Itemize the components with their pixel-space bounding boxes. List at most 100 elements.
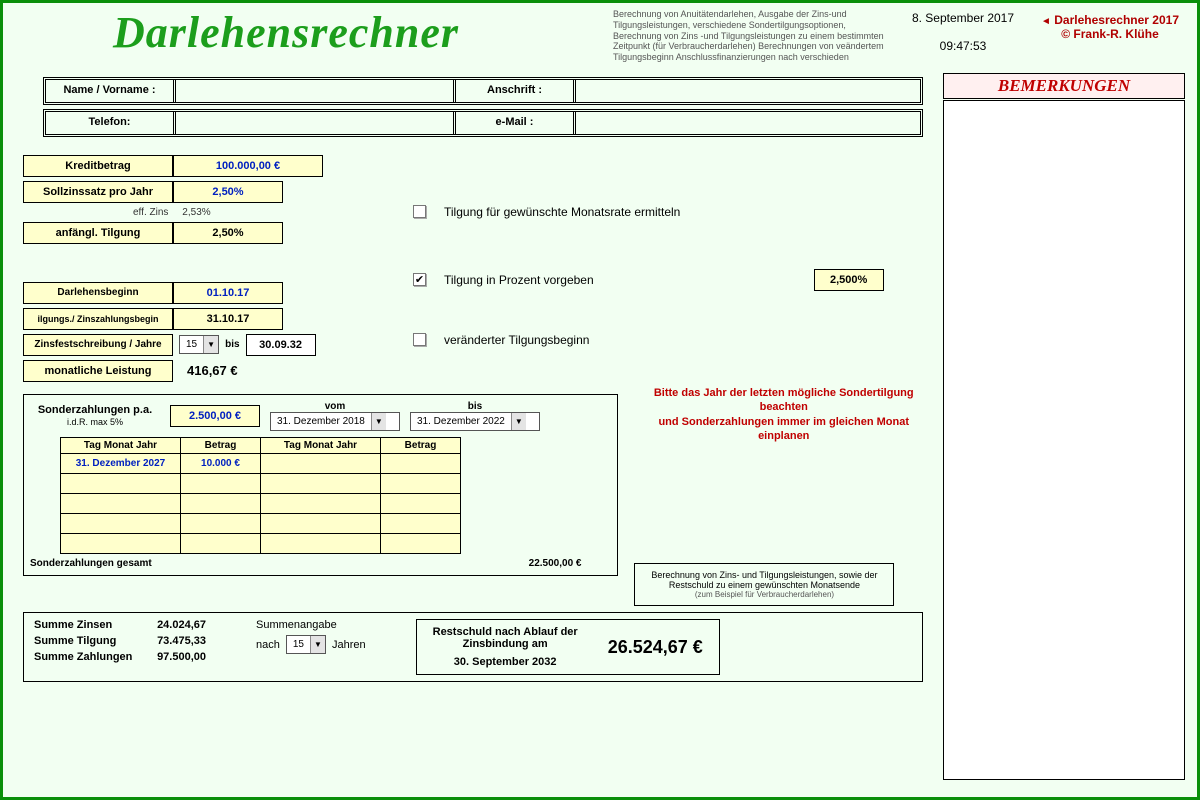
row-tilgungsbeginn: ilgungs./ Zinszahlungsbegin 31.10.17 bbox=[23, 308, 353, 330]
sonder-bis-value: 31. Dezember 2022 bbox=[411, 416, 511, 427]
sonder-cell[interactable] bbox=[381, 453, 461, 473]
table-row[interactable] bbox=[61, 513, 461, 533]
sonder-sublabel: i.d.R. max 5% bbox=[67, 417, 123, 427]
tilgungsbeginn-value[interactable]: 31.10.17 bbox=[173, 308, 283, 330]
sonder-table: Tag Monat Jahr Betrag Tag Monat Jahr Bet… bbox=[60, 437, 461, 554]
phone-field[interactable] bbox=[176, 112, 456, 134]
sonder-cell[interactable] bbox=[261, 453, 381, 473]
remarks-title: BEMERKUNGEN bbox=[943, 73, 1185, 99]
summe-zahlungen-value: 97.500,00 bbox=[157, 651, 206, 663]
brand-line-1: Darlehesrechner 2017 bbox=[1054, 13, 1179, 27]
calc-note-text: Berechnung von Zins- und Tilgungsleistun… bbox=[641, 570, 887, 590]
summe-zinsen-label: Summe Zinsen bbox=[34, 619, 154, 631]
eff-zins-row: eff. Zins 2,53% bbox=[133, 207, 353, 218]
checkbox-prozent[interactable]: ✔ bbox=[413, 273, 426, 286]
sonder-bis-dropdown[interactable]: 31. Dezember 2022 ▼ bbox=[410, 412, 540, 431]
checkbox-prozent-label: Tilgung in Prozent vorgeben bbox=[444, 273, 594, 287]
sonder-total-label: Sonderzahlungen gesamt bbox=[30, 558, 152, 569]
phone-label: Telefon: bbox=[46, 112, 176, 134]
jahren-label: Jahren bbox=[332, 639, 366, 651]
sonder-vom-label: vom bbox=[270, 401, 400, 412]
address-label: Anschrift : bbox=[456, 80, 576, 102]
brand-line-2: © Frank-R. Klühe bbox=[1061, 27, 1159, 41]
sonder-vom-dropdown[interactable]: 31. Dezember 2018 ▼ bbox=[270, 412, 400, 431]
jahre-dropdown[interactable]: 15 ▼ bbox=[286, 635, 326, 654]
app-title: Darlehensrechner bbox=[13, 7, 613, 63]
nach-label: nach bbox=[256, 639, 280, 651]
kreditbetrag-value[interactable]: 100.000,00 € bbox=[173, 155, 323, 177]
sonder-label: Sonderzahlungen p.a. bbox=[38, 404, 152, 416]
zinsfest-years-dropdown[interactable]: 15 ▼ bbox=[179, 335, 219, 354]
calc-note-box: Berechnung von Zins- und Tilgungsleistun… bbox=[634, 563, 894, 606]
email-field[interactable] bbox=[576, 112, 920, 134]
sonder-amount[interactable]: 2.500,00 € bbox=[170, 405, 260, 427]
row-kreditbetrag: Kreditbetrag 100.000,00 € bbox=[23, 155, 353, 177]
zinsfest-end-date: 30.09.32 bbox=[246, 334, 316, 356]
name-label: Name / Vorname : bbox=[46, 80, 176, 102]
zinsfest-years-value: 15 bbox=[180, 339, 203, 350]
anf-tilgung-label: anfängl. Tilgung bbox=[23, 222, 173, 244]
summary-col-1: Summe Zinsen 24.024,67 Summe Tilgung 73.… bbox=[34, 619, 206, 675]
warning-line-1: Bitte das Jahr der letzten mögliche Sond… bbox=[634, 386, 933, 415]
row-monatlich: monatliche Leistung 416,67 € bbox=[23, 360, 353, 382]
darlehensbeginn-label: Darlehensbeginn bbox=[23, 282, 173, 304]
prozent-value[interactable]: 2,500% bbox=[814, 269, 884, 291]
table-row[interactable]: 31. Dezember 2027 10.000 € bbox=[61, 453, 461, 473]
restschuld-label-2: Zinsbindung am bbox=[433, 638, 578, 650]
current-date: 8. September 2017 bbox=[893, 11, 1033, 25]
summary-col-2: Summenangabe nach 15 ▼ Jahren bbox=[256, 619, 366, 675]
sonder-total-value: 22.500,00 € bbox=[529, 558, 582, 569]
app-description: Berechnung von Anuitätendarlehen, Ausgab… bbox=[613, 7, 893, 63]
checkbox-veraendert[interactable] bbox=[413, 333, 426, 346]
zinsfest-label: Zinsfestschreibung / Jahre bbox=[23, 334, 173, 356]
name-field[interactable] bbox=[176, 80, 456, 102]
summenangabe-label: Summenangabe bbox=[256, 619, 366, 631]
table-row[interactable] bbox=[61, 533, 461, 553]
summary-row: Summe Zinsen 24.024,67 Summe Tilgung 73.… bbox=[23, 612, 923, 682]
row-zinsfest: Zinsfestschreibung / Jahre 15 ▼ bis 30.0… bbox=[23, 334, 353, 356]
monatlich-label: monatliche Leistung bbox=[23, 360, 173, 382]
header-datetime: 8. September 2017 09:47:53 bbox=[893, 7, 1033, 63]
calc-note-sub: (zum Beispiel für Verbraucherdarlehen) bbox=[641, 590, 887, 599]
sonder-total-row: Sonderzahlungen gesamt 22.500,00 € bbox=[30, 558, 611, 569]
tilgungsbeginn-label: ilgungs./ Zinszahlungsbegin bbox=[23, 308, 173, 330]
chevron-down-icon: ▼ bbox=[203, 336, 218, 353]
anf-tilgung-value[interactable]: 2,50% bbox=[173, 222, 283, 244]
checkbox-veraendert-label: veränderter Tilgungsbeginn bbox=[444, 333, 589, 347]
warning-line-2: und Sonderzahlungen immer im gleichen Mo… bbox=[634, 415, 933, 444]
summe-tilgung-value: 73.475,33 bbox=[157, 635, 206, 647]
row-sollzins: Sollzinssatz pro Jahr 2,50% bbox=[23, 181, 353, 203]
table-row[interactable] bbox=[61, 493, 461, 513]
sollzins-value[interactable]: 2,50% bbox=[173, 181, 283, 203]
sonder-cell-amt[interactable]: 10.000 € bbox=[181, 453, 261, 473]
current-time: 09:47:53 bbox=[893, 39, 1033, 53]
kreditbetrag-label: Kreditbetrag bbox=[23, 155, 173, 177]
address-field[interactable] bbox=[576, 80, 920, 102]
check-row-prozent: ✔ Tilgung in Prozent vorgeben 2,500% bbox=[413, 269, 933, 291]
restschuld-date: 30. September 2032 bbox=[433, 656, 578, 668]
zinsfest-bis-label: bis bbox=[225, 339, 239, 350]
chevron-down-icon: ▼ bbox=[371, 413, 386, 430]
caret-icon: ◄ bbox=[1041, 16, 1051, 27]
checkbox-monatsrate[interactable] bbox=[413, 205, 426, 218]
summe-tilgung-label: Summe Tilgung bbox=[34, 635, 154, 647]
sonder-th-date1: Tag Monat Jahr bbox=[61, 437, 181, 453]
eff-zins-label: eff. Zins bbox=[133, 207, 168, 218]
sonderzahlungen-panel: Sonderzahlungen p.a. i.d.R. max 5% 2.500… bbox=[23, 394, 618, 576]
summe-zahlungen-label: Summe Zahlungen bbox=[34, 651, 154, 663]
info-bar-name: Name / Vorname : Anschrift : bbox=[43, 77, 923, 105]
email-label: e-Mail : bbox=[456, 112, 576, 134]
sonder-th-amt2: Betrag bbox=[381, 437, 461, 453]
remarks-box[interactable] bbox=[943, 100, 1185, 780]
warning-text: Bitte das Jahr der letzten mögliche Sond… bbox=[634, 386, 933, 443]
monatlich-value: 416,67 € bbox=[173, 360, 244, 382]
darlehensbeginn-value[interactable]: 01.10.17 bbox=[173, 282, 283, 304]
row-darlehensbeginn: Darlehensbeginn 01.10.17 bbox=[23, 282, 353, 304]
table-row[interactable] bbox=[61, 473, 461, 493]
restschuld-value: 26.524,67 € bbox=[608, 637, 703, 658]
check-row-monatsrate: Tilgung für gewünschte Monatsrate ermitt… bbox=[413, 205, 933, 219]
sollzins-label: Sollzinssatz pro Jahr bbox=[23, 181, 173, 203]
sonder-vom-value: 31. Dezember 2018 bbox=[271, 416, 371, 427]
restschuld-label-1: Restschuld nach Ablauf der bbox=[433, 626, 578, 638]
sonder-cell-date[interactable]: 31. Dezember 2027 bbox=[61, 453, 181, 473]
